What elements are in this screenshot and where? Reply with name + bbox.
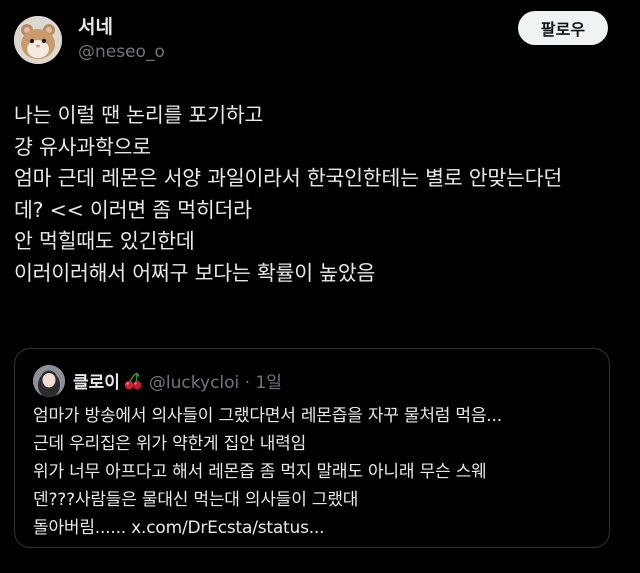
quote-author-handle[interactable]: @luckycloi — [149, 373, 239, 393]
person-avatar-icon — [33, 365, 65, 397]
tweet-text: 나는 이럴 땐 논리를 포기하고 걍 유사과학으로 엄마 근데 레몬은 서양 과… — [14, 100, 632, 289]
author-display-name[interactable]: 서네 — [78, 12, 113, 39]
author-avatar[interactable] — [14, 16, 62, 64]
quote-text: 엄마가 방송에서 의사들이 그랬다면서 레몬즙을 자꾸 물처럼 먹음... 근데… — [33, 402, 603, 542]
quote-text-line: 돌아버림...... x.com/DrEcsta/status... — [33, 518, 325, 538]
quote-text-line: 엄마가 방송에서 의사들이 그랬다면서 레몬즙을 자꾸 물처럼 먹음... — [33, 406, 502, 426]
author-handle[interactable]: @neseo_o — [78, 42, 165, 62]
tweet-text-line: 안 먹힐때도 있긴한데 — [14, 229, 195, 253]
hamster-avatar-icon — [14, 16, 62, 64]
quote-author-avatar[interactable] — [33, 365, 65, 397]
tweet-text-line: 데? << 이러면 좀 먹히더라 — [14, 197, 252, 222]
quote-author-name[interactable]: 클로이 — [73, 373, 120, 393]
tweet-text-line: 걍 유사과학으로 — [14, 134, 151, 159]
cherries-icon — [123, 371, 143, 396]
quote-header: 클로이 @luckycloi · 1일 — [73, 368, 282, 396]
quote-tweet-card[interactable]: 클로이 @luckycloi · 1일 엄마가 방송에서 의사들이 그랬다면서 레… — [14, 348, 610, 548]
quote-timestamp[interactable]: 1일 — [255, 373, 281, 393]
quote-text-line: 근데 우리집은 위가 약한게 집안 내력임 — [33, 434, 307, 454]
tweet-text-line: 엄마 근데 레몬은 서양 과일이라서 한국인한테는 별로 안맞는다던 — [14, 166, 563, 190]
quote-text-line: 위가 너무 아프다고 해서 레몬즙 좀 먹지 말래도 아니래 무슨 스웨 — [33, 462, 487, 482]
tweet-text-line: 나는 이럴 땐 논리를 포기하고 — [14, 103, 264, 127]
follow-button[interactable]: 팔로우 — [518, 11, 608, 45]
tweet-text-line: 이러이러해서 어쩌구 보다는 확률이 높았음 — [14, 260, 376, 285]
quote-text-line: 덴???사람들은 물대신 먹는대 의사들이 그랬대 — [33, 490, 359, 510]
quote-separator: · — [244, 373, 251, 393]
